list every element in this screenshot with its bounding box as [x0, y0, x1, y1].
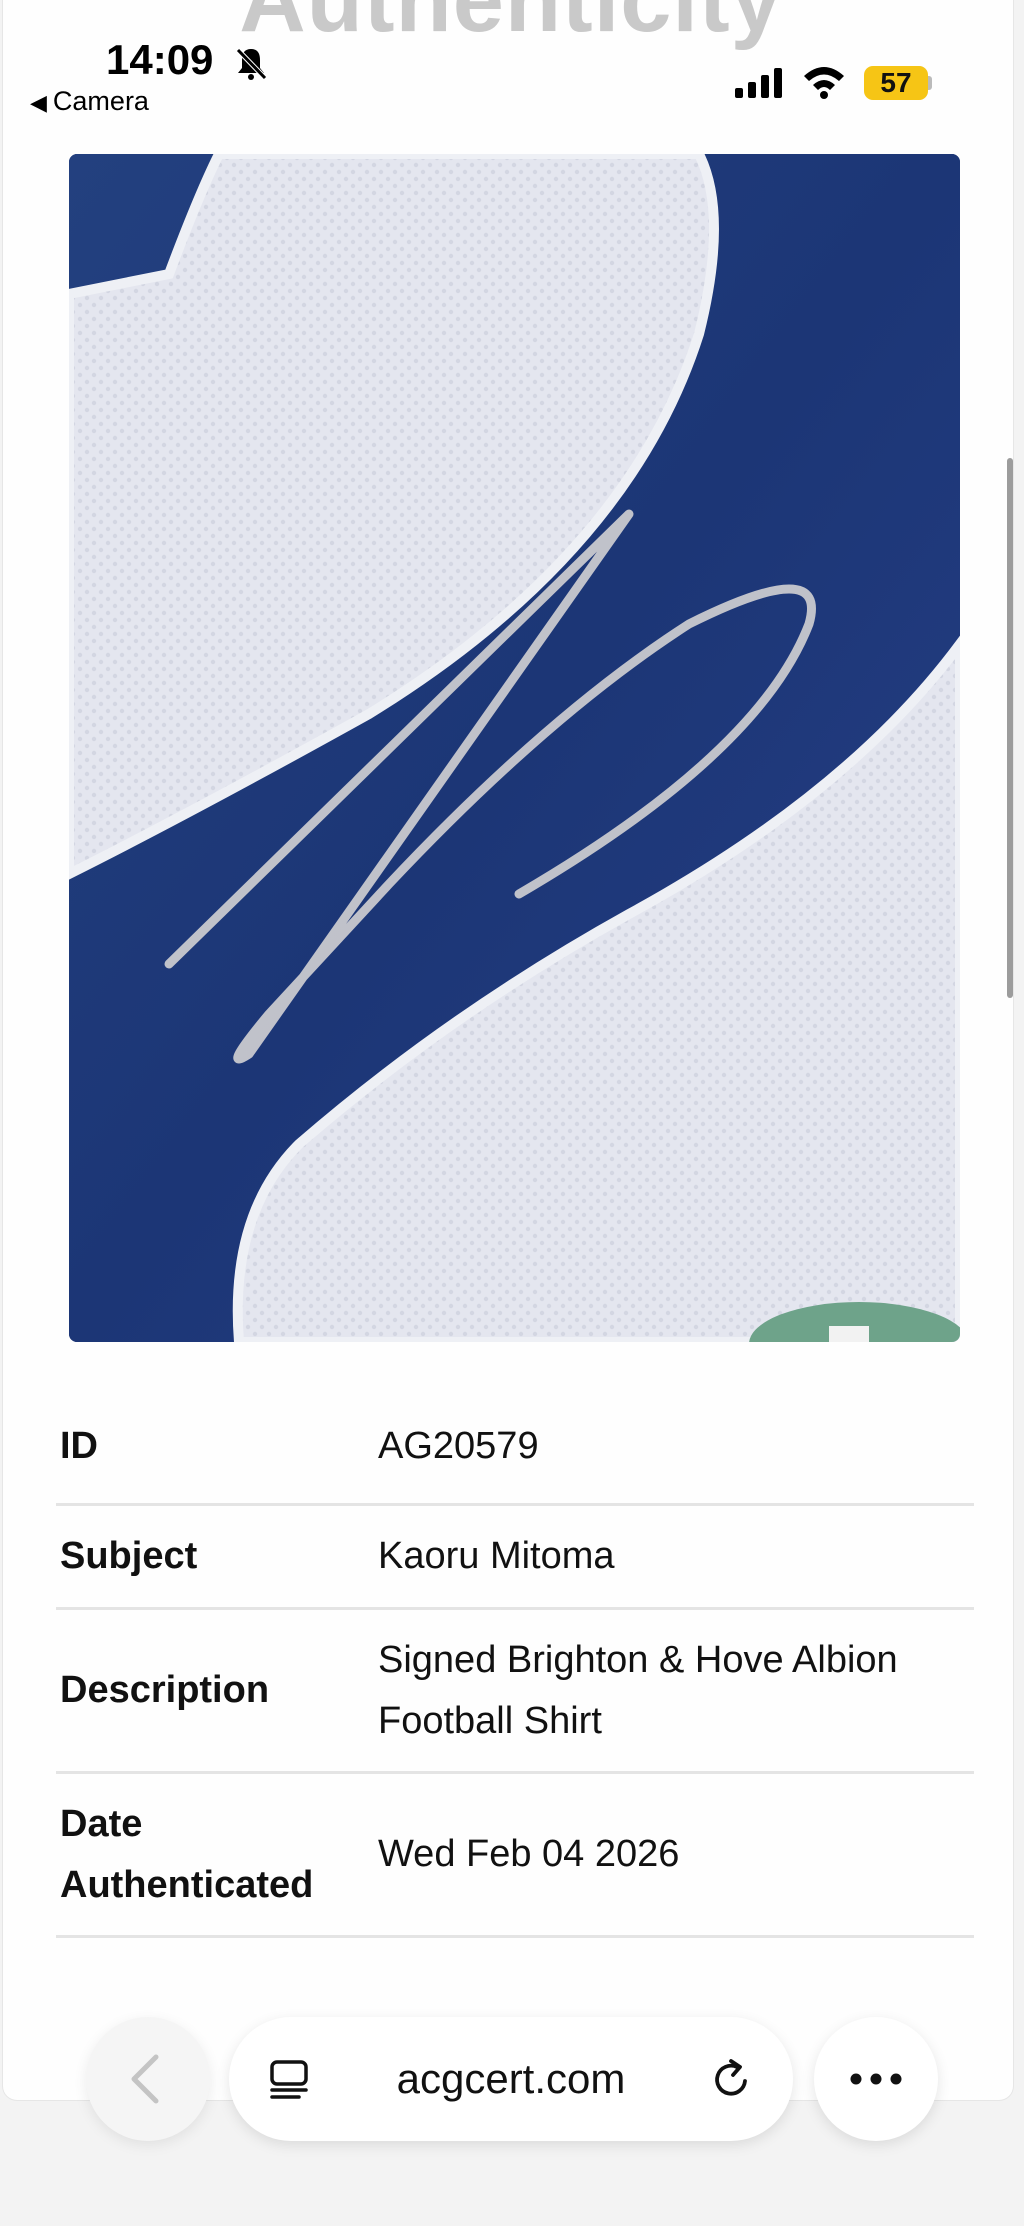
battery-icon: 57 — [864, 66, 928, 100]
shirt-image — [69, 154, 960, 1342]
ellipsis-icon — [850, 2073, 902, 2085]
row-label: Date Authenticated — [60, 1802, 314, 1906]
wifi-icon — [804, 67, 844, 99]
more-options-button[interactable] — [814, 2017, 938, 2141]
row-value: Kaoru Mitoma — [378, 1535, 615, 1577]
bell-muted-icon — [236, 48, 267, 80]
signed-shirt-photo[interactable] — [69, 154, 960, 1342]
table-row: ID AG20579 — [56, 1390, 974, 1506]
battery-tip — [928, 76, 932, 90]
back-app-label: Camera — [52, 86, 149, 116]
status-time: 14:09 — [106, 36, 214, 83]
battery-level: 57 — [880, 67, 912, 98]
status-bar: 14:09 ◀ Camera 57 — [0, 0, 1024, 130]
row-label: ID — [60, 1425, 98, 1467]
table-row: Description Signed Brighton & Hove Albio… — [56, 1610, 974, 1774]
table-row: Subject Kaoru Mitoma — [56, 1506, 974, 1610]
cellular-signal-icon — [735, 68, 782, 98]
row-value: AG20579 — [378, 1425, 539, 1467]
details-table: ID AG20579 Subject Kaoru Mitoma Descript… — [56, 1390, 974, 1938]
back-button[interactable] — [86, 2017, 210, 2141]
address-bar[interactable]: acgcert.com — [229, 2017, 793, 2141]
row-value: Signed Brighton & Hove Albion Football S… — [378, 1638, 898, 1742]
row-label: Description — [60, 1669, 270, 1711]
reload-icon[interactable] — [709, 2057, 755, 2103]
back-triangle-icon: ◀ — [30, 90, 47, 115]
back-to-app-link[interactable]: ◀ Camera — [30, 86, 149, 117]
chevron-left-icon — [131, 2054, 159, 2104]
browser-toolbar: acgcert.com — [0, 2010, 1024, 2160]
scrollbar[interactable] — [1007, 458, 1013, 998]
web-page: Authenticity ID AG20579 Subject Kaoru Mi… — [3, 0, 1013, 2100]
row-value: Wed Feb 04 2026 — [378, 1833, 680, 1875]
row-label: Subject — [60, 1535, 198, 1577]
table-row: Date Authenticated Wed Feb 04 2026 — [56, 1774, 974, 1938]
